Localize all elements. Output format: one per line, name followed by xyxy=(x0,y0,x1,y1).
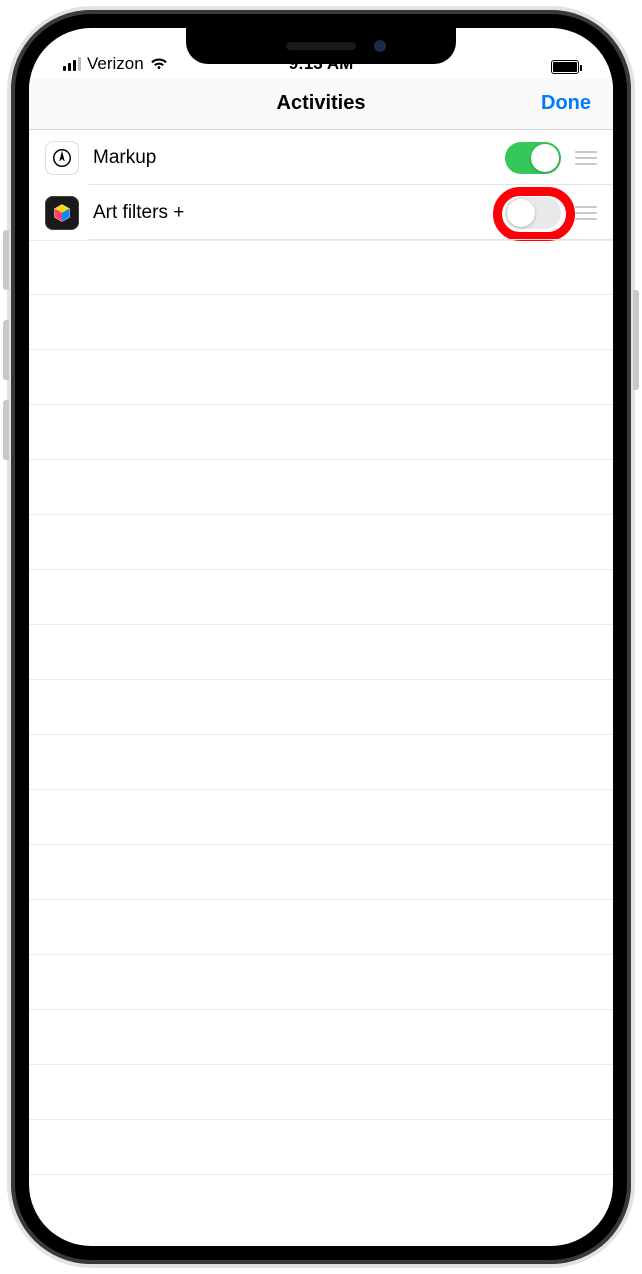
empty-list-area xyxy=(29,240,613,1175)
activity-label: Markup xyxy=(93,147,505,169)
battery-icon xyxy=(551,60,579,74)
toggle-artfilters[interactable] xyxy=(505,197,561,229)
activity-row-markup: Markup xyxy=(29,130,613,185)
done-button[interactable]: Done xyxy=(541,92,591,115)
wifi-icon xyxy=(150,57,168,71)
reorder-handle[interactable] xyxy=(573,206,599,220)
artfilters-app-icon xyxy=(45,196,79,230)
nav-bar: Activities Done xyxy=(29,78,613,130)
signal-icon xyxy=(63,57,81,71)
page-title: Activities xyxy=(277,92,366,115)
carrier-label: Verizon xyxy=(87,54,144,74)
notch xyxy=(186,28,456,64)
activity-label: Art filters + xyxy=(93,202,505,224)
reorder-handle[interactable] xyxy=(573,151,599,165)
activity-row-artfilters: Art filters + xyxy=(29,185,613,240)
phone-frame: Verizon 9:13 AM Activities Done Markup xyxy=(11,10,631,1264)
screen: Verizon 9:13 AM Activities Done Markup xyxy=(29,28,613,1246)
activities-list: Markup Art filters + xyxy=(29,130,613,240)
markup-app-icon xyxy=(45,141,79,175)
toggle-markup[interactable] xyxy=(505,142,561,174)
